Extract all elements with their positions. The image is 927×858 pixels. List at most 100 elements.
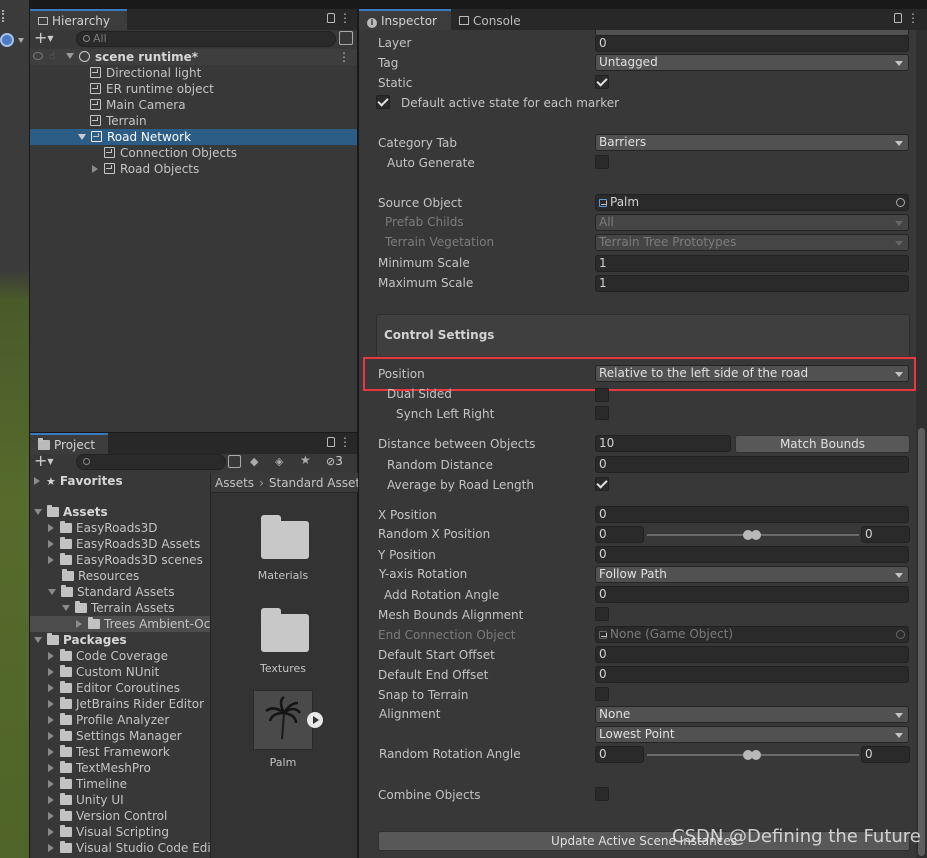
search-scene-icon[interactable]	[339, 31, 353, 45]
kebab-menu-icon[interactable]	[2, 10, 5, 22]
expand-icon[interactable]	[48, 668, 54, 676]
synch-left-right-checkbox[interactable]	[595, 406, 609, 420]
hierarchy-item-selected[interactable]: Road Network	[30, 129, 357, 145]
chevron-down-icon[interactable]	[18, 38, 24, 43]
expand-icon[interactable]	[66, 53, 74, 59]
expand-icon[interactable]	[78, 134, 86, 140]
hidden-packages-toggle[interactable]: ⊘3	[326, 454, 343, 468]
favorites-item[interactable]: ★ Favorites	[34, 473, 123, 489]
tree-package[interactable]: Custom NUnit	[48, 664, 159, 680]
default-start-offset-field[interactable]: 0	[595, 646, 909, 663]
random-x-max-field[interactable]: 0	[861, 526, 910, 543]
hierarchy-item[interactable]: Terrain	[90, 113, 147, 129]
hierarchy-item[interactable]: Connection Objects	[104, 145, 237, 161]
tree-folder[interactable]: EasyRoads3D Assets	[48, 536, 200, 552]
distance-between-field[interactable]: 10	[595, 435, 731, 452]
tab-inspector[interactable]: i Inspector	[359, 9, 451, 30]
random-rotation-max-field[interactable]: 0	[861, 746, 910, 763]
auto-generate-checkbox[interactable]	[595, 155, 609, 169]
alignment-dropdown[interactable]: None	[595, 706, 909, 723]
x-position-field[interactable]: 0	[595, 506, 909, 523]
tree-package[interactable]: TextMeshPro	[48, 760, 151, 776]
tree-package[interactable]: Visual Studio Code Edit	[48, 840, 210, 856]
gizmo-icon[interactable]	[0, 33, 14, 47]
asset-folder-materials[interactable]: Materials	[241, 513, 331, 583]
expand-icon[interactable]	[48, 652, 54, 660]
pickable-icon[interactable]: ☝	[49, 51, 58, 62]
hierarchy-item[interactable]: Road Objects	[92, 161, 199, 177]
play-icon[interactable]	[307, 712, 323, 728]
position-dropdown[interactable]: Relative to the left side of the road	[595, 365, 909, 382]
expand-icon[interactable]	[48, 716, 54, 724]
expand-icon[interactable]	[48, 764, 54, 772]
lock-icon[interactable]	[894, 13, 902, 23]
slider-handle[interactable]	[751, 750, 761, 760]
add-rotation-angle-field[interactable]: 0	[595, 586, 909, 603]
tree-package[interactable]: Visual Scripting	[48, 824, 169, 840]
kebab-menu-icon[interactable]: ⋮	[907, 12, 919, 24]
expand-icon[interactable]	[48, 812, 54, 820]
scene-root-row[interactable]: ☝ scene runtime* ⋮	[30, 49, 357, 65]
expand-icon[interactable]	[48, 524, 54, 532]
default-end-offset-field[interactable]: 0	[595, 666, 909, 683]
assets-item[interactable]: Assets	[34, 504, 108, 520]
snap-to-terrain-checkbox[interactable]	[595, 687, 609, 701]
expand-icon[interactable]	[48, 684, 54, 692]
y-axis-rotation-dropdown[interactable]: Follow Path	[595, 566, 909, 583]
visibility-icon[interactable]	[33, 52, 43, 60]
y-position-field[interactable]: 0	[595, 546, 909, 563]
expand-icon[interactable]	[48, 780, 54, 788]
expand-icon[interactable]	[62, 605, 70, 611]
hierarchy-item[interactable]: ER runtime object	[90, 81, 214, 97]
category-tab-dropdown[interactable]: Barriers	[595, 134, 909, 151]
expand-icon[interactable]	[48, 828, 54, 836]
tree-package[interactable]: Unity UI	[48, 792, 124, 808]
tree-folder-selected[interactable]: Trees Ambient-Oc	[30, 616, 210, 632]
match-bounds-button[interactable]: Match Bounds	[735, 435, 910, 453]
tree-package[interactable]: Code Coverage	[48, 648, 168, 664]
object-picker-icon[interactable]	[896, 198, 905, 207]
tag-dropdown[interactable]: Untagged	[595, 54, 909, 71]
tree-package[interactable]: JetBrains Rider Editor	[48, 696, 204, 712]
expand-icon[interactable]	[48, 556, 54, 564]
create-button[interactable]: +▼	[34, 453, 74, 471]
kebab-menu-icon[interactable]: ⋮	[339, 12, 351, 24]
tree-package[interactable]: Timeline	[48, 776, 127, 792]
expand-icon[interactable]	[48, 732, 54, 740]
layer-field[interactable]: 0	[595, 35, 909, 52]
random-distance-field[interactable]: 0	[595, 456, 909, 473]
tab-console[interactable]: Console	[451, 9, 537, 30]
expand-icon[interactable]	[34, 509, 42, 515]
expand-icon[interactable]	[76, 620, 82, 628]
scrollbar-thumb[interactable]	[918, 428, 925, 856]
label-tag-icon[interactable]: ◈	[275, 455, 288, 468]
random-x-min-field[interactable]: 0	[595, 526, 644, 543]
search-scene-icon[interactable]	[228, 455, 241, 468]
kebab-menu-icon[interactable]: ⋮	[339, 436, 351, 448]
expand-icon[interactable]	[48, 540, 54, 548]
source-object-field[interactable]: Palm	[595, 194, 909, 211]
random-rotation-min-field[interactable]: 0	[595, 746, 644, 763]
random-x-minmax-slider[interactable]	[647, 526, 859, 543]
filter-type-icon[interactable]: ◆	[250, 455, 263, 468]
dual-sided-checkbox[interactable]	[595, 388, 609, 402]
expand-icon[interactable]	[92, 165, 98, 173]
tree-folder[interactable]: Resources	[62, 568, 139, 584]
random-rotation-minmax-slider[interactable]	[647, 746, 859, 763]
tree-folder[interactable]: Standard Assets	[48, 584, 174, 600]
average-by-road-checkbox[interactable]	[595, 477, 609, 491]
minimum-scale-field[interactable]: 1	[595, 255, 909, 272]
scrollbar[interactable]	[916, 30, 927, 858]
lock-icon[interactable]	[327, 13, 335, 23]
add-button[interactable]: +▼	[34, 30, 74, 48]
tree-package[interactable]: Test Framework	[48, 744, 170, 760]
asset-folder-textures[interactable]: Textures	[241, 606, 331, 676]
kebab-menu-icon[interactable]: ⋮	[338, 49, 350, 65]
tree-package[interactable]: Profile Analyzer	[48, 712, 169, 728]
static-checkbox[interactable]	[595, 75, 609, 89]
expand-icon[interactable]	[34, 477, 40, 485]
expand-icon[interactable]	[34, 637, 42, 643]
alignment-mode-dropdown[interactable]: Lowest Point	[595, 726, 909, 743]
breadcrumb-item[interactable]: Assets	[215, 476, 254, 490]
hierarchy-item[interactable]: Main Camera	[90, 97, 186, 113]
